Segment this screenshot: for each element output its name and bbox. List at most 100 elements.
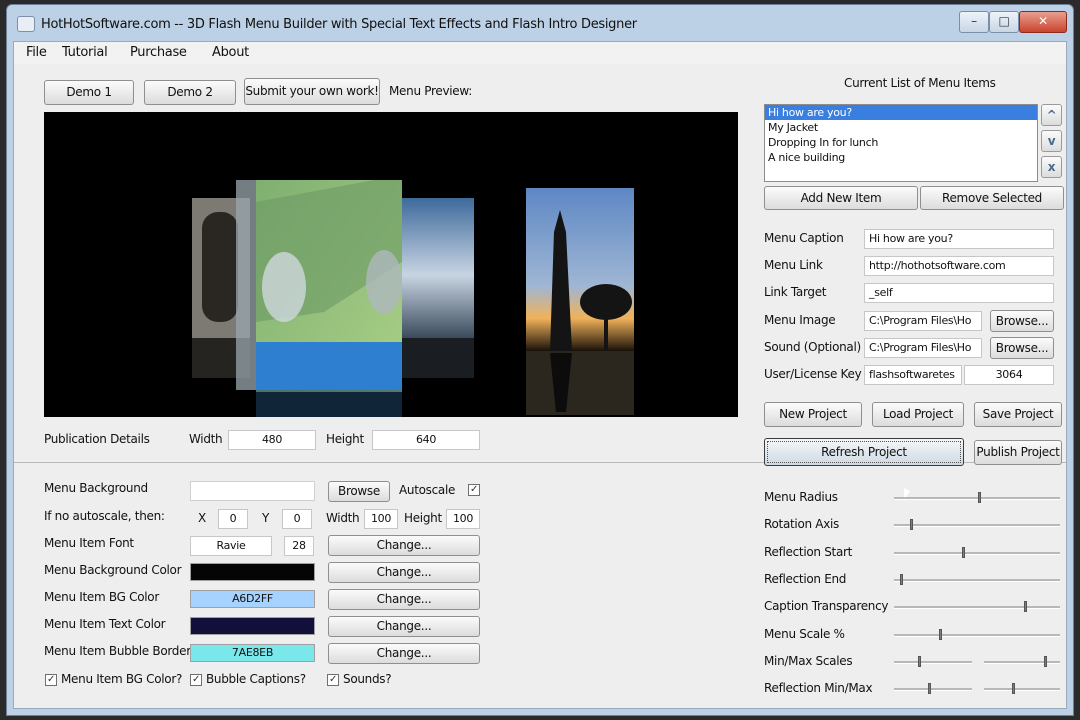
item-text-color-swatch[interactable] [190, 617, 315, 635]
link-target-label: Link Target [764, 285, 827, 299]
menu-purchase[interactable]: Purchase [130, 45, 187, 60]
pub-width-input[interactable]: 480 [228, 430, 316, 450]
menu-caption-input[interactable]: Hi how are you? [864, 229, 1054, 249]
preview-carousel-image [192, 180, 634, 417]
list-item[interactable]: Hi how are you? [765, 105, 1037, 120]
save-project-button[interactable]: Save Project [974, 402, 1062, 427]
item-text-color-label: Menu Item Text Color [44, 617, 166, 631]
change-bg-color-button[interactable]: Change... [328, 562, 480, 583]
license-key-label: User/License Key [764, 367, 862, 381]
browse-sound-button[interactable]: Browse... [990, 337, 1054, 359]
demo1-button[interactable]: Demo 1 [44, 80, 134, 105]
item-bg-color-checkbox[interactable]: ✓ [45, 674, 57, 686]
change-bubble-button[interactable]: Change... [328, 643, 480, 664]
item-bg-color-label: Menu Item BG Color [44, 590, 159, 604]
list-item[interactable]: A nice building [765, 150, 1037, 165]
change-text-color-button[interactable]: Change... [328, 616, 480, 637]
bubble-captions-checkbox[interactable]: ✓ [190, 674, 202, 686]
no-autoscale-label: If no autoscale, then: [44, 509, 165, 523]
min-max-scales-label: Min/Max Scales [764, 654, 853, 668]
reflection-min-slider[interactable] [894, 683, 972, 695]
maximize-button[interactable]: □ [989, 11, 1019, 33]
menu-background-label: Menu Background [44, 481, 148, 495]
sound-label: Sound (Optional) [764, 340, 861, 354]
menu-scale-label: Menu Scale % [764, 627, 845, 641]
new-project-button[interactable]: New Project [764, 402, 862, 427]
pub-height-label: Height [326, 432, 364, 446]
reflection-max-slider[interactable] [984, 683, 1060, 695]
pub-height-input[interactable]: 640 [372, 430, 480, 450]
autoscale-label: Autoscale [399, 483, 456, 497]
menu-preview-canvas[interactable] [44, 112, 738, 417]
minimize-button[interactable]: – [959, 11, 989, 33]
autoscale-checkbox[interactable]: ✓ [468, 484, 480, 496]
max-scale-slider[interactable] [984, 656, 1060, 668]
item-bg-color-check-label: Menu Item BG Color? [61, 672, 183, 686]
delete-item-button[interactable]: x [1041, 156, 1062, 178]
font-name-input[interactable]: Ravie [190, 536, 272, 556]
menu-items-list[interactable]: Hi how are you? My Jacket Dropping In fo… [764, 104, 1038, 182]
menu-file[interactable]: File [26, 45, 47, 60]
size-height-input[interactable]: 100 [446, 509, 480, 529]
font-size-input[interactable]: 28 [284, 536, 314, 556]
y-input[interactable]: 0 [282, 509, 312, 529]
rotation-axis-slider[interactable] [894, 519, 1060, 531]
refresh-project-button[interactable]: Refresh Project [764, 438, 964, 466]
size-width-input[interactable]: 100 [364, 509, 398, 529]
menu-scale-slider[interactable] [894, 629, 1060, 641]
x-label: X [198, 511, 206, 525]
sound-input[interactable]: C:\Program Files\Ho [864, 338, 982, 358]
app-icon [17, 16, 35, 32]
client-area: File Tutorial Purchase About Demo 1 Demo… [13, 41, 1067, 709]
min-scale-slider[interactable] [894, 656, 972, 668]
x-input[interactable]: 0 [218, 509, 248, 529]
license-key-input[interactable]: 3064 [964, 365, 1054, 385]
link-target-input[interactable]: _self [864, 283, 1054, 303]
menu-radius-slider[interactable] [894, 492, 1060, 504]
browse-image-button[interactable]: Browse... [990, 310, 1054, 332]
app-window: HotHotSoftware.com -- 3D Flash Menu Buil… [6, 4, 1074, 716]
publication-details-label: Publication Details [44, 432, 150, 446]
menu-image-input[interactable]: C:\Program Files\Ho [864, 311, 982, 331]
menu-about[interactable]: About [212, 45, 249, 60]
reflection-start-label: Reflection Start [764, 545, 853, 559]
load-project-button[interactable]: Load Project [872, 402, 964, 427]
caption-transparency-slider[interactable] [894, 601, 1060, 613]
change-item-bg-button[interactable]: Change... [328, 589, 480, 610]
reflection-start-slider[interactable] [894, 547, 1060, 559]
sounds-checkbox[interactable]: ✓ [327, 674, 339, 686]
window-title: HotHotSoftware.com -- 3D Flash Menu Buil… [41, 17, 637, 32]
y-label: Y [262, 511, 270, 525]
menu-tutorial[interactable]: Tutorial [62, 45, 108, 60]
publish-project-button[interactable]: Publish Project [974, 440, 1062, 465]
menu-link-input[interactable]: http://hothotsoftware.com [864, 256, 1054, 276]
close-button[interactable]: ✕ [1019, 11, 1067, 33]
item-bg-color-swatch[interactable]: A6D2FF [190, 590, 315, 608]
menu-image-label: Menu Image [764, 313, 836, 327]
list-item[interactable]: My Jacket [765, 120, 1037, 135]
demo2-button[interactable]: Demo 2 [144, 80, 236, 105]
menu-bg-color-label: Menu Background Color [44, 563, 182, 577]
move-down-button[interactable]: v [1041, 130, 1062, 152]
caption-transparency-label: Caption Transparency [764, 599, 889, 613]
list-item[interactable]: Dropping In for lunch [765, 135, 1037, 150]
reflection-end-slider[interactable] [894, 574, 1060, 586]
bubble-border-swatch[interactable]: 7AE8EB [190, 644, 315, 662]
pub-width-label: Width [189, 432, 223, 446]
move-up-button[interactable]: ^ [1041, 104, 1062, 126]
menu-preview-label: Menu Preview: [389, 84, 472, 98]
size-height-label: Height [404, 511, 442, 525]
change-font-button[interactable]: Change... [328, 535, 480, 556]
menu-link-label: Menu Link [764, 258, 823, 272]
bg-browse-button[interactable]: Browse [328, 481, 390, 502]
add-item-button[interactable]: Add New Item [764, 186, 918, 210]
menu-item-font-label: Menu Item Font [44, 536, 134, 550]
menu-bar: File Tutorial Purchase About [14, 42, 1066, 64]
bubble-captions-label: Bubble Captions? [206, 672, 306, 686]
license-user-input[interactable]: flashsoftwaretes [864, 365, 962, 385]
title-bar[interactable]: HotHotSoftware.com -- 3D Flash Menu Buil… [7, 5, 1073, 41]
submit-work-button[interactable]: Submit your own work! [244, 78, 380, 105]
menu-background-input[interactable] [190, 481, 315, 501]
menu-bg-color-swatch[interactable] [190, 563, 315, 581]
remove-selected-button[interactable]: Remove Selected [920, 186, 1064, 210]
